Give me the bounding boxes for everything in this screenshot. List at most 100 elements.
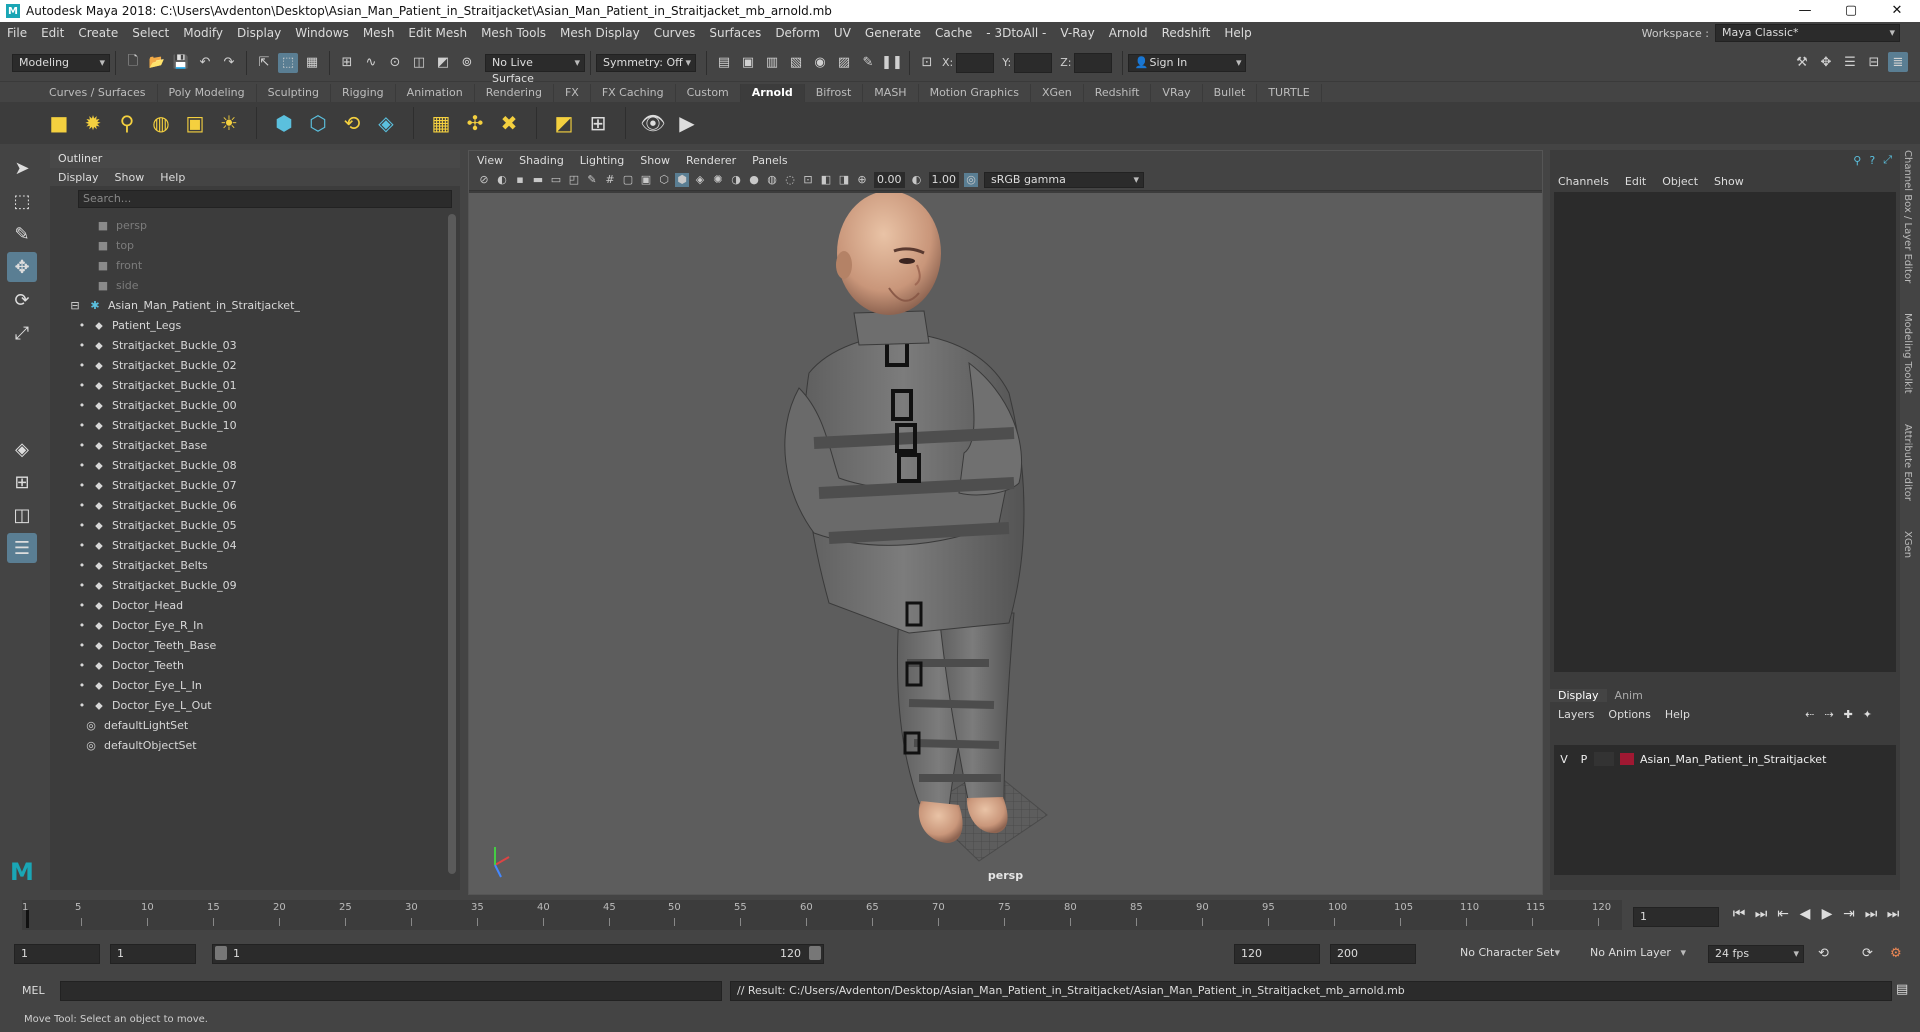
y-field[interactable]: [1014, 52, 1053, 73]
curve-collector-icon[interactable]: ⟲: [337, 108, 367, 138]
outliner-search-input[interactable]: Search...: [78, 190, 452, 208]
tab-animation[interactable]: Animation: [396, 84, 475, 102]
command-input[interactable]: [60, 981, 722, 1001]
symmetry-dropdown[interactable]: Symmetry: Off: [596, 53, 696, 72]
outliner-item[interactable]: • ⬥ Straitjacket_Buckle_04: [50, 536, 450, 556]
animation-prefs-icon[interactable]: ⚙: [1890, 946, 1902, 961]
outliner-item[interactable]: • ⬥ Straitjacket_Buckle_05: [50, 516, 450, 536]
layer-menu-help[interactable]: Help: [1665, 708, 1690, 721]
new-scene-icon[interactable]: 🗋: [123, 53, 143, 73]
live-surface-dropdown[interactable]: No Live Surface: [485, 53, 585, 85]
flush-background-icon[interactable]: ✣: [460, 108, 490, 138]
menu-edit[interactable]: Edit: [34, 22, 71, 44]
menu-3dtoall[interactable]: - 3DtoAll -: [979, 22, 1053, 44]
play-forwards-icon[interactable]: ▶: [1816, 906, 1838, 922]
skydome-light-icon[interactable]: ◍: [146, 108, 176, 138]
outliner-set-item[interactable]: ◎ defaultObjectSet: [50, 736, 450, 756]
tab-rendering[interactable]: Rendering: [475, 84, 554, 102]
start-time-field[interactable]: 1: [14, 944, 100, 964]
lasso-tool-icon[interactable]: ⬚: [7, 186, 37, 216]
menu-mesh-tools[interactable]: Mesh Tools: [474, 22, 553, 44]
play-backwards-icon[interactable]: ◀: [1794, 906, 1816, 922]
outliner-camera-item[interactable]: ■ front: [50, 256, 450, 276]
shadows-icon[interactable]: ◑: [729, 173, 743, 187]
outliner-item[interactable]: ⊟ ✱ Asian_Man_Patient_in_Straitjacket_: [50, 296, 450, 316]
render-view-icon[interactable]: ▧: [786, 53, 806, 73]
select-hierarchy-icon[interactable]: ⇱: [254, 53, 274, 73]
maximize-icon[interactable]: ▢: [1828, 0, 1874, 22]
range-bar[interactable]: 1 120: [212, 944, 824, 964]
outliner-item[interactable]: • ⬥ Straitjacket_Buckle_00: [50, 396, 450, 416]
arnold-render-icon[interactable]: ✎: [858, 53, 878, 73]
tab-fx[interactable]: FX: [554, 84, 591, 102]
snap-surface-icon[interactable]: ◩: [433, 53, 453, 73]
z-field[interactable]: [1074, 52, 1113, 73]
side-tab-attribute-editor[interactable]: Attribute Editor: [1902, 424, 1913, 501]
step-forward-key-icon[interactable]: ⏭: [1860, 906, 1882, 922]
sign-in-button[interactable]: 👤 Sign In: [1128, 53, 1247, 72]
input-field-mode-icon[interactable]: ⊡: [917, 53, 937, 73]
outliner-menu-show[interactable]: Show: [115, 171, 145, 184]
step-back-frame-icon[interactable]: ⇤: [1772, 906, 1794, 922]
snap-view-icon[interactable]: ◫: [409, 53, 429, 73]
go-to-start-icon[interactable]: ⏮: [1728, 906, 1750, 922]
snap-grid-icon[interactable]: ⊞: [337, 53, 357, 73]
camera-attributes-icon[interactable]: ◐: [495, 173, 509, 187]
menu-mesh[interactable]: Mesh: [356, 22, 402, 44]
menu-uv[interactable]: UV: [827, 22, 858, 44]
outliner-item[interactable]: • ⬥ Straitjacket_Belts: [50, 556, 450, 576]
outliner-set-item[interactable]: ◎ defaultLightSet: [50, 716, 450, 736]
playback-end-field[interactable]: 120: [1234, 944, 1320, 964]
smooth-shade-icon[interactable]: ⬢: [675, 172, 689, 187]
safe-title-icon[interactable]: ▣: [639, 173, 653, 187]
area-light-icon[interactable]: ■: [44, 108, 74, 138]
safe-action-icon[interactable]: ▢: [621, 173, 635, 187]
channel-box-help-icon[interactable]: ?: [1869, 154, 1875, 167]
viewport-menu-shading[interactable]: Shading: [519, 154, 564, 167]
color-space-dropdown[interactable]: sRGB gamma: [984, 171, 1144, 188]
script-editor-icon[interactable]: ▤: [1896, 982, 1908, 997]
x-field[interactable]: [956, 52, 995, 73]
menu-windows[interactable]: Windows: [288, 22, 356, 44]
tab-rigging[interactable]: Rigging: [331, 84, 396, 102]
channel-menu-channels[interactable]: Channels: [1558, 175, 1609, 188]
range-start-handle[interactable]: [215, 946, 227, 960]
layer-display-type[interactable]: [1594, 752, 1614, 766]
open-scene-icon[interactable]: 📂: [147, 53, 167, 73]
render-view-window-icon[interactable]: 👁: [638, 108, 668, 138]
use-all-lights-icon[interactable]: ✺: [711, 173, 725, 187]
outliner-item[interactable]: • ⬥ Straitjacket_Buckle_06: [50, 496, 450, 516]
menu-edit-mesh[interactable]: Edit Mesh: [401, 22, 474, 44]
attribute-editor-icon[interactable]: ☰: [1840, 52, 1860, 72]
minimize-icon[interactable]: —: [1782, 0, 1828, 22]
select-component-icon[interactable]: ▦: [302, 53, 322, 73]
close-icon[interactable]: ✕: [1874, 0, 1920, 22]
two-view-icon[interactable]: ◫: [7, 500, 37, 530]
go-to-end-icon[interactable]: ⏭: [1882, 906, 1904, 922]
collapse-icon[interactable]: ⊟: [68, 299, 82, 312]
outliner-menu-display[interactable]: Display: [58, 171, 99, 184]
outliner-item[interactable]: • ⬥ Straitjacket_Buckle_07: [50, 476, 450, 496]
layer-visibility-toggle[interactable]: V: [1554, 753, 1574, 766]
channel-menu-edit[interactable]: Edit: [1625, 175, 1646, 188]
rotate-tool-icon[interactable]: ⟳: [7, 285, 37, 315]
menu-mesh-display[interactable]: Mesh Display: [553, 22, 647, 44]
render-settings-icon[interactable]: ▤: [714, 53, 734, 73]
standin-icon[interactable]: ⬢: [269, 108, 299, 138]
channel-box-pin-icon[interactable]: ⚲: [1853, 154, 1861, 167]
paint-select-icon[interactable]: ✎: [7, 219, 37, 249]
outliner-item[interactable]: • ⬥ Straitjacket_Buckle_10: [50, 416, 450, 436]
bookmark-icon[interactable]: ▪: [513, 173, 527, 187]
wireframe-icon[interactable]: ⬡: [657, 173, 671, 187]
command-language-label[interactable]: MEL: [22, 984, 45, 997]
export-standin-icon[interactable]: ⬡: [303, 108, 333, 138]
side-tab-channel-box[interactable]: Channel Box / Layer Editor: [1902, 150, 1913, 283]
auto-key-icon[interactable]: ⟳: [1862, 946, 1873, 961]
flush-texture-cache-icon[interactable]: ▦: [426, 108, 456, 138]
snap-pivot-icon[interactable]: ⊚: [457, 53, 477, 73]
tab-anim[interactable]: Anim: [1607, 689, 1651, 702]
fps-dropdown[interactable]: 24 fps: [1708, 945, 1804, 963]
channel-box-body[interactable]: [1554, 192, 1896, 672]
side-tab-xgen[interactable]: XGen: [1902, 531, 1913, 558]
viewport-menu-renderer[interactable]: Renderer: [686, 154, 736, 167]
